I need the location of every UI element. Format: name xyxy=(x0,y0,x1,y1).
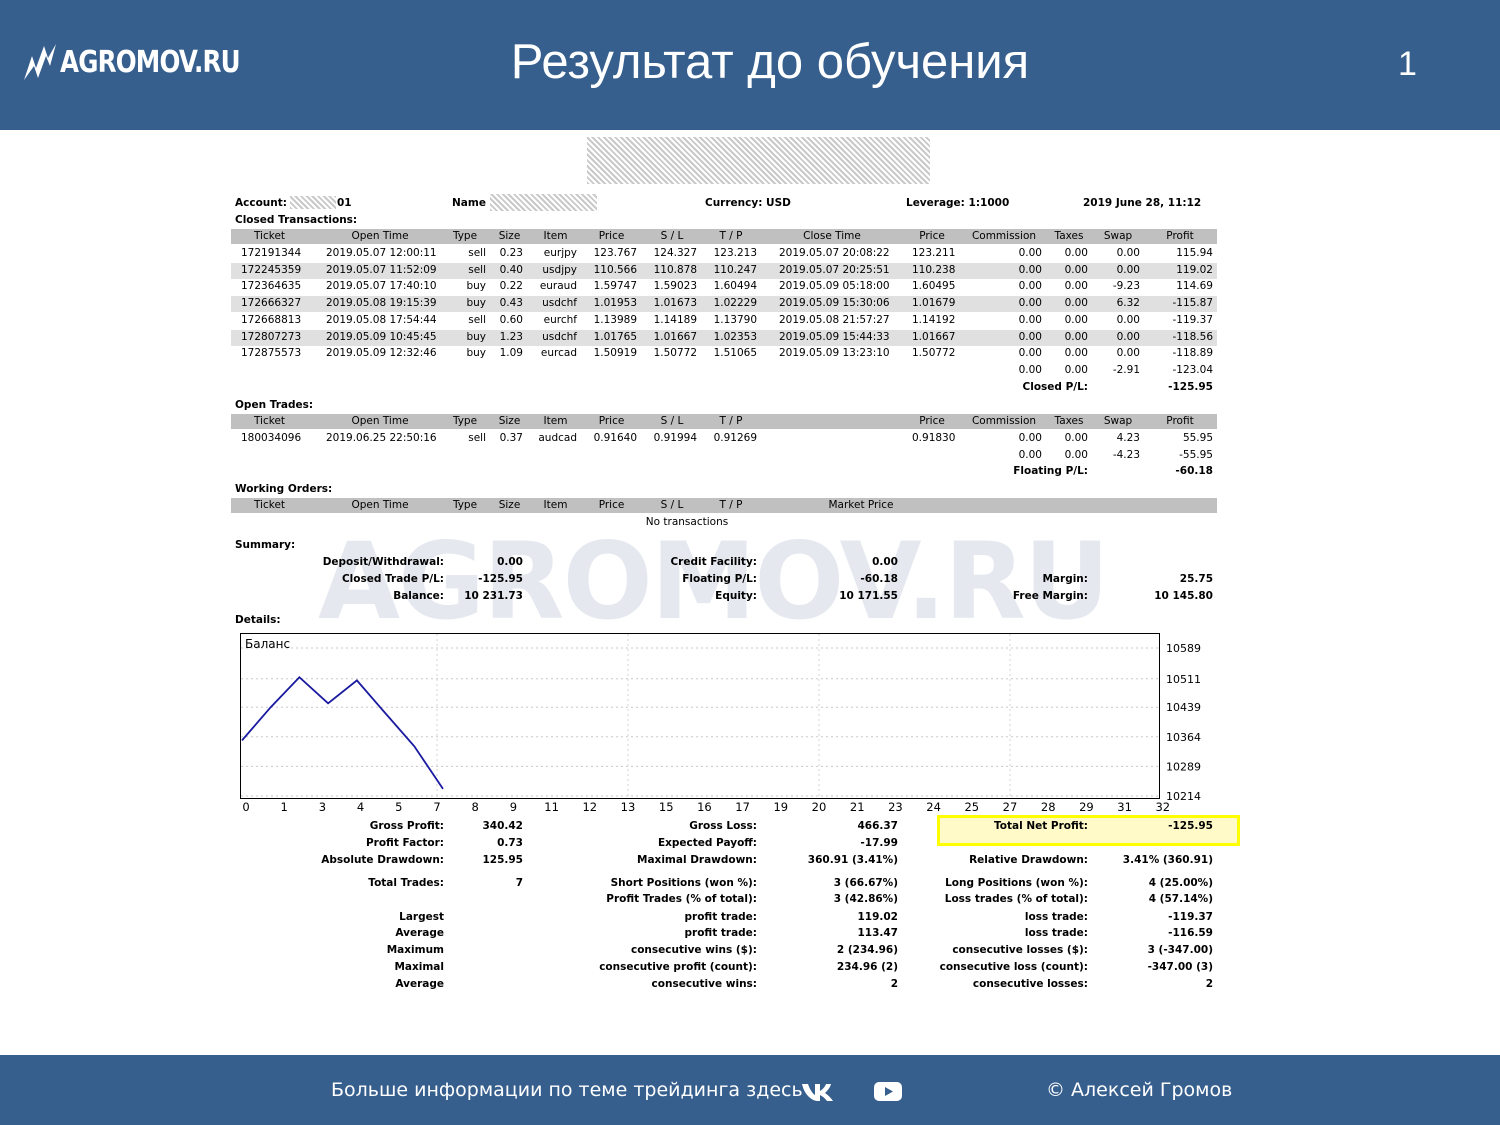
detail-ep-value: -17.99 xyxy=(860,837,898,849)
copyright: © Алексей Громов xyxy=(1046,1079,1233,1101)
chart-x-tick: 15 xyxy=(659,800,674,814)
detail-tt-value: 7 xyxy=(515,877,523,889)
chart-x-tick: 5 xyxy=(395,800,402,814)
detail-pf-value: 0.73 xyxy=(497,837,523,849)
chart-x-tick: 12 xyxy=(582,800,597,814)
detail-av-cw-value: 2 xyxy=(890,978,898,990)
detail-long-label: Long Positions (won %): xyxy=(945,877,1088,889)
chart-legend: Баланс xyxy=(245,637,290,651)
detail-mx-cl-label: consecutive loss (count): xyxy=(939,961,1088,973)
detail-gross-loss-value: 466.37 xyxy=(857,820,898,832)
detail-max-dd-value: 360.91 (3.41%) xyxy=(807,854,898,866)
chart-x-tick: 23 xyxy=(888,800,903,814)
chart-x-tick: 25 xyxy=(964,800,979,814)
chart-y-tick: 10289 xyxy=(1166,760,1201,773)
chart-x-tick: 27 xyxy=(1003,800,1018,814)
chart-x-tick: 20 xyxy=(812,800,827,814)
detail-pf-label: Profit Factor: xyxy=(365,837,444,849)
detail-gross-profit-value: 340.42 xyxy=(482,820,523,832)
detail-net-label: Total Net Profit: xyxy=(993,820,1088,832)
detail-rel-dd-value: 3.41% (360.91) xyxy=(1122,854,1213,866)
chart-x-tick: 28 xyxy=(1041,800,1056,814)
chart-y-tick: 10364 xyxy=(1166,731,1201,744)
chart-x-tick: 16 xyxy=(697,800,712,814)
detail-maximum: Maximum xyxy=(386,944,444,956)
chart-y-tick: 10589 xyxy=(1166,642,1201,655)
detail-short-label: Short Positions (won %): xyxy=(610,877,757,889)
chart-x-tick: 9 xyxy=(510,800,517,814)
detail-mx-cp-value: 234.96 (2) xyxy=(836,961,898,973)
chart-x-tick: 8 xyxy=(472,800,479,814)
trading-report: AGROMOV.RU Account: 01 Name Currency: US… xyxy=(0,0,1500,1125)
detail-gross-profit-label: Gross Profit: xyxy=(369,820,444,832)
detail-largest-pt-value: 119.02 xyxy=(857,911,898,923)
footer-info-text[interactable]: Больше информации по теме трейдинга здес… xyxy=(331,1079,803,1101)
detail-net-value: -125.95 xyxy=(1168,820,1213,832)
chart-series-line xyxy=(241,675,444,790)
footer-bar: Больше информации по теме трейдинга здес… xyxy=(0,1055,1500,1125)
chart-x-tick: 1 xyxy=(281,800,288,814)
chart-x-tick: 13 xyxy=(621,800,636,814)
chart-x-tick: 17 xyxy=(735,800,750,814)
detail-max-cw-value: 2 (234.96) xyxy=(836,944,898,956)
detail-rel-dd-label: Relative Drawdown: xyxy=(969,854,1088,866)
youtube-icon[interactable] xyxy=(873,1080,903,1102)
detail-avg-pt-label: profit trade: xyxy=(684,927,758,939)
chart-y-tick: 10214 xyxy=(1166,790,1201,803)
detail-max-cl-value: 3 (-347.00) xyxy=(1147,944,1213,956)
detail-max-cw-label: consecutive wins ($): xyxy=(630,944,757,956)
detail-tt-label: Total Trades: xyxy=(368,877,444,889)
detail-abs-dd-label: Absolute Drawdown: xyxy=(321,854,444,866)
detail-avg-lt-value: -116.59 xyxy=(1168,927,1213,939)
detail-av-cl-label: consecutive losses: xyxy=(972,978,1088,990)
chart-x-tick: 31 xyxy=(1117,800,1132,814)
chart-x-tick: 24 xyxy=(926,800,941,814)
detail-short-value: 3 (66.67%) xyxy=(833,877,898,889)
detail-av-cw-label: consecutive wins: xyxy=(651,978,757,990)
detail-largest-pt-label: profit trade: xyxy=(684,911,758,923)
detail-mx-cp-label: consecutive profit (count): xyxy=(599,961,757,973)
detail-pt-value: 3 (42.86%) xyxy=(833,893,898,905)
detail-pt-label: Profit Trades (% of total): xyxy=(606,893,757,905)
chart-x-tick: 29 xyxy=(1079,800,1094,814)
chart-x-tick: 7 xyxy=(433,800,440,814)
chart-x-tick: 32 xyxy=(1155,800,1170,814)
detail-largest: Largest xyxy=(399,911,444,923)
detail-lt-label: Loss trades (% of total): xyxy=(944,893,1088,905)
detail-abs-dd-value: 125.95 xyxy=(482,854,523,866)
detail-long-value: 4 (25.00%) xyxy=(1148,877,1213,889)
chart-x-tick: 21 xyxy=(850,800,865,814)
detail-avg-lt-label: loss trade: xyxy=(1024,927,1088,939)
chart-x-tick: 4 xyxy=(357,800,364,814)
detail-largest-lt-value: -119.37 xyxy=(1168,911,1213,923)
chart-x-tick: 3 xyxy=(319,800,326,814)
chart-y-tick: 10439 xyxy=(1166,701,1201,714)
detail-average2: Average xyxy=(395,978,444,990)
detail-maximal: Maximal xyxy=(394,961,444,973)
detail-mx-cl-value: -347.00 (3) xyxy=(1147,961,1213,973)
detail-gross-loss-label: Gross Loss: xyxy=(689,820,757,832)
detail-max-dd-label: Maximal Drawdown: xyxy=(637,854,757,866)
detail-av-cl-value: 2 xyxy=(1205,978,1213,990)
detail-average: Average xyxy=(395,927,444,939)
detail-ep-label: Expected Payoff: xyxy=(657,837,757,849)
detail-max-cl-label: consecutive losses ($): xyxy=(952,944,1088,956)
chart-x-tick: 19 xyxy=(773,800,788,814)
chart-y-tick: 10511 xyxy=(1166,673,1201,686)
chart-x-tick: 0 xyxy=(242,800,249,814)
detail-largest-lt-label: loss trade: xyxy=(1024,911,1088,923)
detail-avg-pt-value: 113.47 xyxy=(857,927,898,939)
chart-x-tick: 11 xyxy=(544,800,559,814)
vk-icon[interactable] xyxy=(800,1081,836,1103)
detail-lt-value: 4 (57.14%) xyxy=(1148,893,1213,905)
